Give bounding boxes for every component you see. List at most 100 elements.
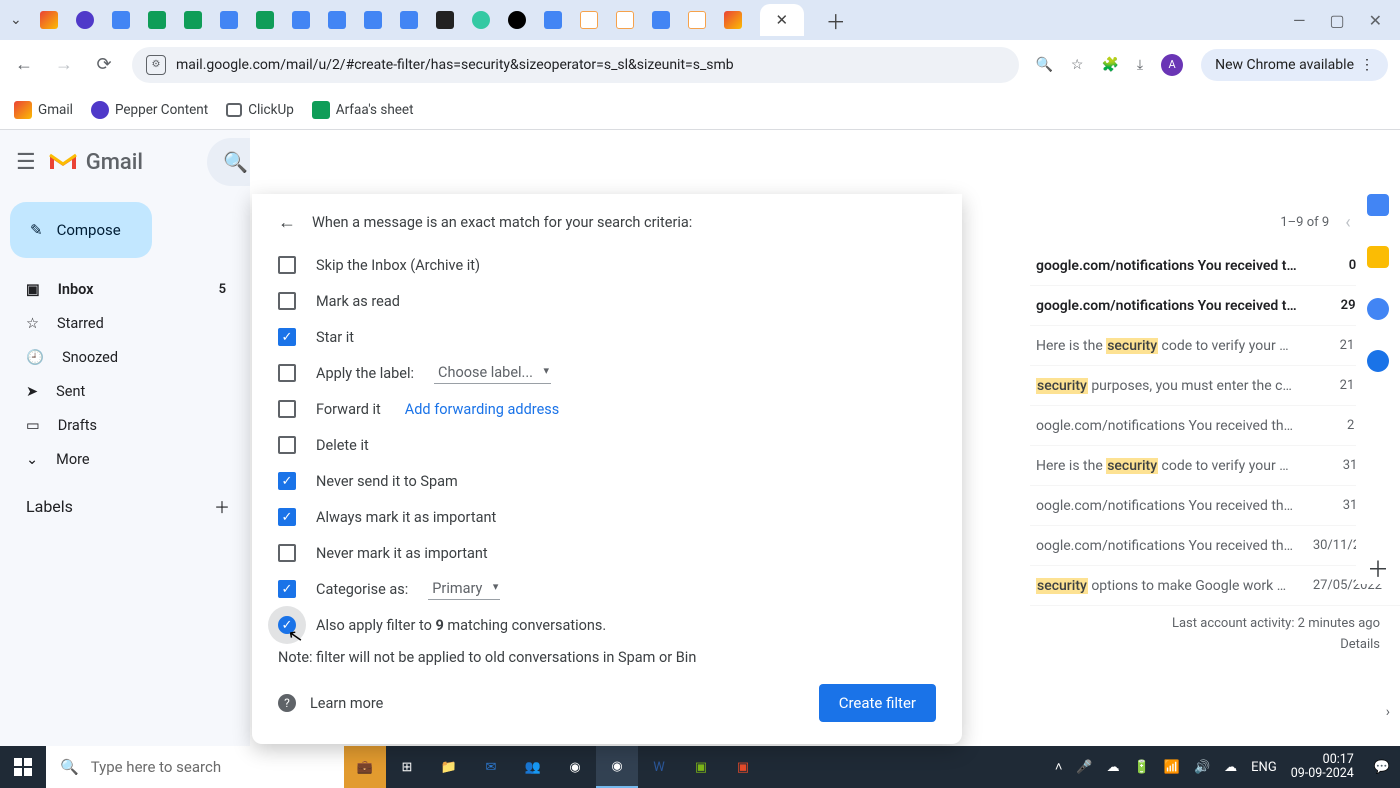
back-arrow-icon[interactable]: ←: [278, 212, 296, 233]
volume-icon[interactable]: 🔊: [1194, 760, 1210, 775]
checkbox[interactable]: [278, 292, 296, 310]
filter-select[interactable]: Primary: [428, 578, 500, 600]
taskbar-clock[interactable]: 00:1709-09-2024: [1291, 753, 1360, 782]
learn-more-link[interactable]: ? Learn more: [278, 694, 383, 712]
bookmark-item[interactable]: ClickUp: [226, 102, 294, 118]
mic-icon[interactable]: 🎤: [1076, 760, 1092, 775]
keep-icon[interactable]: [1367, 246, 1389, 268]
reload-icon[interactable]: ⟳: [92, 54, 116, 75]
email-row[interactable]: security options to make Google work …27…: [1030, 566, 1400, 606]
tab-favicon[interactable]: [256, 11, 274, 29]
email-row[interactable]: oogle.com/notifications You received th……: [1030, 526, 1400, 566]
tab-favicon[interactable]: [688, 11, 706, 29]
downloads-icon[interactable]: ⤓: [1137, 57, 1143, 73]
filter-select[interactable]: Choose label...: [434, 362, 551, 384]
tab-favicon[interactable]: [616, 11, 634, 29]
weather-icon[interactable]: ☁: [1107, 760, 1120, 775]
wifi-icon[interactable]: 📶: [1164, 760, 1180, 775]
tasks-icon[interactable]: [1367, 298, 1389, 320]
maximize-icon[interactable]: ▢: [1329, 11, 1344, 30]
minimize-icon[interactable]: —: [1293, 11, 1306, 30]
tab-favicon[interactable]: [472, 11, 490, 29]
compose-button[interactable]: ✎ Compose: [10, 202, 152, 258]
tab-favicon[interactable]: [40, 11, 58, 29]
taskbar-search[interactable]: 🔍Type here to search: [46, 746, 344, 788]
tab-favicon[interactable]: [652, 11, 670, 29]
tab-favicon[interactable]: [364, 11, 382, 29]
checkbox[interactable]: [278, 544, 296, 562]
checkbox[interactable]: ✓: [278, 508, 296, 526]
sidebar-item-sent[interactable]: ➤Sent: [0, 374, 250, 408]
email-row[interactable]: google.com/notifications You received t……: [1030, 286, 1400, 326]
tab-favicon[interactable]: [436, 11, 454, 29]
tab-favicon[interactable]: [400, 11, 418, 29]
notifications-icon[interactable]: 💬: [1374, 760, 1390, 775]
back-icon[interactable]: ←: [12, 54, 36, 75]
tab-favicon[interactable]: [508, 11, 526, 29]
extensions-icon[interactable]: 🧩: [1101, 57, 1118, 73]
bookmark-item[interactable]: Arfaa's sheet: [312, 101, 414, 119]
tray-chevron-icon[interactable]: ˄: [1055, 759, 1063, 775]
email-row[interactable]: Here is the security code to verify your…: [1030, 446, 1400, 486]
create-filter-button[interactable]: Create filter: [819, 684, 936, 722]
new-tab-button[interactable]: ＋: [822, 6, 850, 34]
tabs-dropdown-icon[interactable]: ⌄: [10, 12, 22, 28]
chrome-update-button[interactable]: New Chrome available ⋮: [1201, 49, 1388, 81]
sidebar-item-starred[interactable]: ☆Starred: [0, 306, 250, 340]
tab-favicon[interactable]: [292, 11, 310, 29]
tab-favicon[interactable]: [328, 11, 346, 29]
hamburger-icon[interactable]: ☰: [16, 150, 36, 175]
checkbox[interactable]: [278, 436, 296, 454]
email-row[interactable]: Here is the security code to verify your…: [1030, 326, 1400, 366]
checkbox[interactable]: [278, 400, 296, 418]
active-tab[interactable]: ✕: [760, 4, 804, 36]
tab-favicon[interactable]: [184, 11, 202, 29]
checkbox[interactable]: [278, 256, 296, 274]
site-info-icon[interactable]: ⚙: [146, 55, 166, 75]
search-icon[interactable]: 🔍: [223, 150, 248, 174]
close-window-icon[interactable]: ✕: [1369, 11, 1382, 30]
tab-favicon[interactable]: [76, 11, 94, 29]
address-bar[interactable]: ⚙ mail.google.com/mail/u/2/#create-filte…: [132, 47, 1019, 83]
tab-favicon[interactable]: [220, 11, 238, 29]
gmail-logo[interactable]: Gmail: [48, 150, 143, 175]
profile-avatar[interactable]: A: [1161, 54, 1183, 76]
sidebar-item-drafts[interactable]: ▭Drafts: [0, 408, 250, 442]
battery-icon[interactable]: 🔋: [1134, 760, 1150, 775]
email-row[interactable]: oogle.com/notifications You received th……: [1030, 406, 1400, 446]
chrome-icon[interactable]: ◉: [554, 746, 596, 788]
camtasia-icon[interactable]: ▣: [680, 746, 722, 788]
checkbox[interactable]: [278, 364, 296, 382]
calendar-icon[interactable]: [1367, 194, 1389, 216]
email-row[interactable]: google.com/notifications You received t……: [1030, 246, 1400, 286]
task-view-icon[interactable]: ⊞: [386, 746, 428, 788]
bookmark-star-icon[interactable]: ☆: [1071, 57, 1084, 73]
recorder-icon[interactable]: ▣: [722, 746, 764, 788]
teams-icon[interactable]: 👥: [512, 746, 554, 788]
outlook-icon[interactable]: ✉: [470, 746, 512, 788]
sidebar-item-snoozed[interactable]: 🕘Snoozed: [0, 340, 250, 374]
task-briefcase-icon[interactable]: 💼: [344, 746, 386, 788]
tab-favicon[interactable]: [148, 11, 166, 29]
checkbox[interactable]: ✓: [278, 328, 296, 346]
email-row[interactable]: security purposes, you must enter the c……: [1030, 366, 1400, 406]
close-icon[interactable]: ✕: [775, 11, 788, 29]
prev-page-icon[interactable]: ‹: [1345, 212, 1350, 233]
sidebar-item-more[interactable]: ⌄More: [0, 442, 250, 476]
contacts-icon[interactable]: [1367, 350, 1389, 372]
file-explorer-icon[interactable]: 📁: [428, 746, 470, 788]
chrome-active-icon[interactable]: ◉: [596, 746, 638, 788]
tab-favicon[interactable]: [724, 11, 742, 29]
tab-favicon[interactable]: [544, 11, 562, 29]
email-row[interactable]: oogle.com/notifications You received th……: [1030, 486, 1400, 526]
details-link[interactable]: Details: [1172, 635, 1380, 656]
checkbox[interactable]: ✓: [278, 580, 296, 598]
word-icon[interactable]: W: [638, 746, 680, 788]
tab-favicon[interactable]: [112, 11, 130, 29]
add-addon-icon[interactable]: ＋: [1367, 552, 1389, 584]
add-label-icon[interactable]: ＋: [214, 494, 230, 518]
start-button[interactable]: [0, 746, 46, 788]
checkbox[interactable]: ✓: [278, 472, 296, 490]
forwarding-link[interactable]: Add forwarding address: [405, 401, 559, 418]
bookmark-item[interactable]: Gmail: [14, 101, 73, 119]
